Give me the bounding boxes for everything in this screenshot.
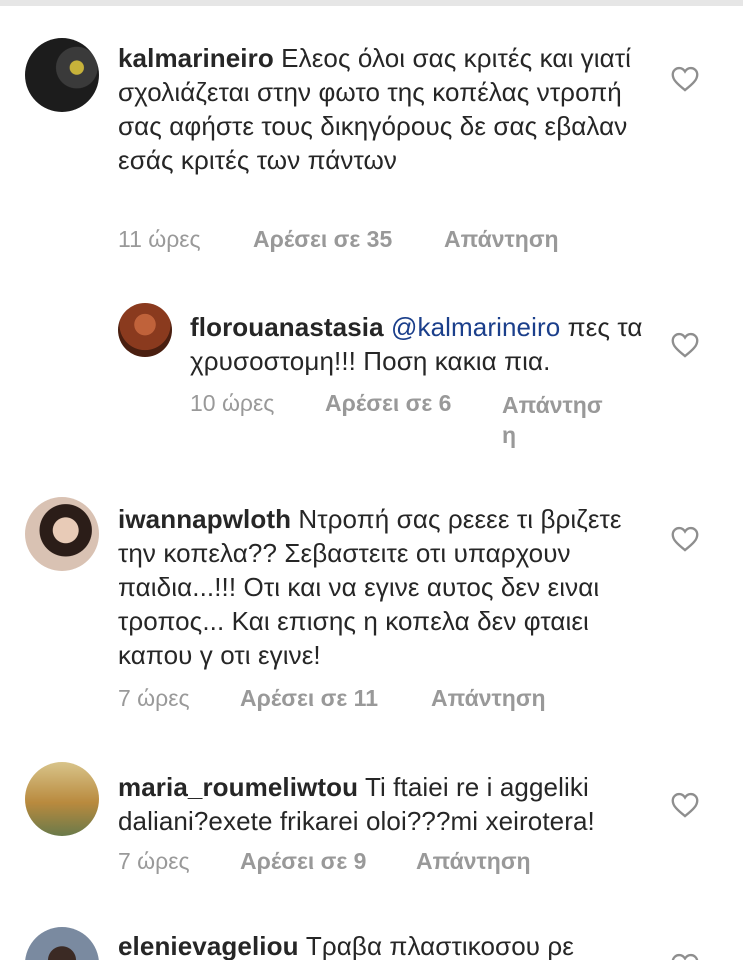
comment-likes[interactable]: Αρέσει σε 6 (325, 390, 451, 417)
comment-username[interactable]: maria_roumeliwtou (118, 772, 358, 802)
comment-item: iwannapwloth Ντροπή σας ρεεεε τι βριζετε… (0, 480, 743, 730)
comment-item: maria_roumeliwtou Ti ftaiei re i aggelik… (0, 750, 743, 900)
comment-time: 7 ώρες (118, 848, 190, 874)
comment-meta: 7 ώρες Αρέσει σε 11 Απάντηση (118, 685, 678, 715)
heart-icon[interactable] (671, 792, 699, 818)
comment-likes[interactable]: Αρέσει σε 9 (240, 848, 366, 875)
avatar[interactable] (25, 497, 99, 571)
avatar[interactable] (25, 762, 99, 836)
comment-item: kalmarineiro Ελεος όλοι σας κριτές και γ… (0, 0, 743, 270)
comment-item: elenievageliou Τραβα πλαστικοσου ρε (0, 915, 743, 960)
heart-icon[interactable] (671, 953, 699, 960)
comment-username[interactable]: florouanastasia (190, 312, 384, 342)
reply-button[interactable]: Απάντηση (416, 848, 531, 875)
comment-time: 7 ώρες (118, 685, 190, 711)
reply-button[interactable]: Απάντηση (444, 226, 559, 253)
comment-mention[interactable]: @kalmarineiro (391, 312, 560, 342)
comment-item: florouanastasia @kalmarineiro πες τα χρυ… (0, 290, 743, 460)
comment-body: iwannapwloth Ντροπή σας ρεεεε τι βριζετε… (118, 502, 638, 672)
heart-icon[interactable] (671, 526, 699, 552)
comment-username[interactable]: elenievageliou (118, 931, 299, 960)
comment-meta: 11 ώρες Αρέσει σε 35 Απάντηση (118, 226, 678, 256)
heart-icon[interactable] (671, 332, 699, 358)
comment-likes[interactable]: Αρέσει σε 35 (253, 226, 392, 253)
avatar[interactable] (25, 927, 99, 960)
comment-body: elenievageliou Τραβα πλαστικοσου ρε (118, 929, 648, 960)
reply-button[interactable]: Απάντηση (502, 390, 604, 450)
comment-body: florouanastasia @kalmarineiro πες τα χρυ… (190, 310, 650, 378)
avatar[interactable] (25, 38, 99, 112)
comment-time: 10 ώρες (190, 390, 275, 416)
heart-icon[interactable] (671, 66, 699, 92)
avatar[interactable] (118, 303, 172, 357)
comment-meta: 10 ώρες Αρέσει σε 6 Απάντηση (190, 390, 650, 460)
comment-time: 11 ώρες (118, 226, 201, 252)
comment-likes[interactable]: Αρέσει σε 11 (240, 685, 378, 712)
comment-body: maria_roumeliwtou Ti ftaiei re i aggelik… (118, 770, 648, 838)
comment-body: kalmarineiro Ελεος όλοι σας κριτές και γ… (118, 41, 638, 177)
comment-meta: 7 ώρες Αρέσει σε 9 Απάντηση (118, 848, 678, 878)
comment-text: Τραβα πλαστικοσου ρε (305, 931, 574, 960)
comment-username[interactable]: iwannapwloth (118, 504, 291, 534)
comment-username[interactable]: kalmarineiro (118, 43, 274, 73)
reply-button[interactable]: Απάντηση (431, 685, 546, 712)
